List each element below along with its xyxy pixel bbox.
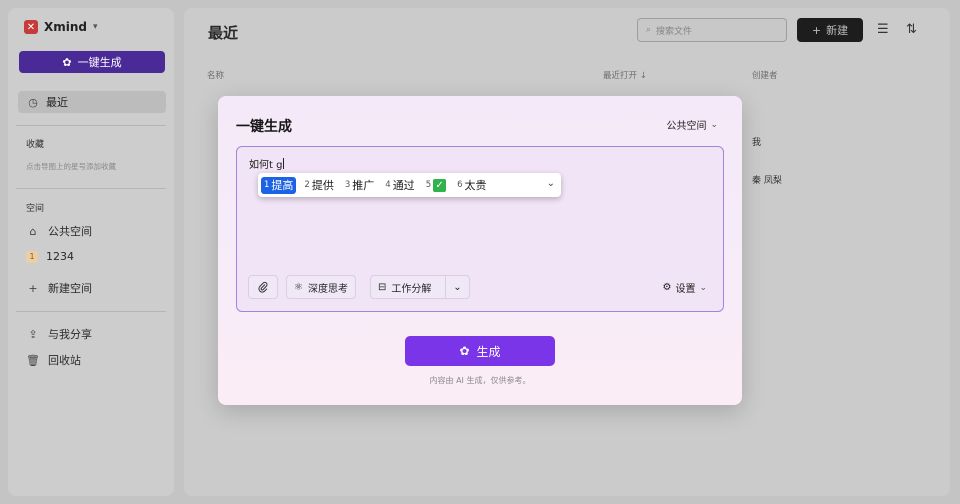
prompt-text[interactable]: 如何t g xyxy=(249,156,285,171)
sidebar-item-recent[interactable]: ◷ 最近 xyxy=(18,91,166,113)
settings-menu[interactable]: ⚙ 设置 ⌄ xyxy=(662,280,707,295)
generate-label: 一键生成 xyxy=(77,56,122,69)
sidebar-item-label: 新建空间 xyxy=(48,282,92,295)
candidate-number: 6 xyxy=(457,180,463,190)
candidate-text: 通过 xyxy=(392,179,415,192)
plus-icon: + xyxy=(811,23,822,37)
work-breakdown-button[interactable]: ⊟ 工作分解 ⌄ xyxy=(370,275,470,299)
sidebar: ✕ Xmind ▾ ✿ 一键生成 ◷ 最近 收藏 点击导图上的星号添加收藏 空间… xyxy=(8,8,174,496)
attach-button[interactable] xyxy=(248,275,278,299)
deep-think-label: 深度思考 xyxy=(307,283,348,295)
sparkle-icon: ✿ xyxy=(62,55,72,69)
search-icon: ⌕ xyxy=(646,25,652,35)
sidebar-item-label: 公共空间 xyxy=(48,225,92,238)
sidebar-item-label: 最近 xyxy=(46,96,68,109)
sidebar-item-label: 1234 xyxy=(46,250,74,263)
check-emoji-icon: ✓ xyxy=(433,178,447,192)
text-cursor xyxy=(283,158,285,169)
sparkle-icon: ✿ xyxy=(459,344,470,358)
chevron-down-icon[interactable]: ⌄ xyxy=(445,276,469,298)
sidebar-item-new-space[interactable]: + 新建空间 xyxy=(26,280,92,296)
candidate-number: 3 xyxy=(344,180,351,190)
candidate-text: 推广 xyxy=(352,179,375,192)
favorites-hint: 点击导图上的星号添加收藏 xyxy=(26,162,116,171)
candidate-number: 4 xyxy=(385,180,391,190)
ime-candidate[interactable]: 4 通过 xyxy=(382,177,417,194)
spaces-label: 空间 xyxy=(26,204,45,214)
favorites-label: 收藏 xyxy=(26,140,45,150)
sidebar-item-label: 回收站 xyxy=(48,354,81,367)
prompt-value: 如何t g xyxy=(249,160,283,171)
ime-candidate[interactable]: 5 ✓ xyxy=(423,177,449,194)
paperclip-icon xyxy=(257,281,269,293)
chevron-down-icon: ▾ xyxy=(93,22,98,32)
chevron-down-icon[interactable]: ⌄ xyxy=(547,178,555,189)
space-selector[interactable]: 公共空间 ⌄ xyxy=(666,117,718,133)
brand-menu[interactable]: ✕ Xmind ▾ xyxy=(24,20,98,34)
sidebar-item-space-1234[interactable]: 1 1234 xyxy=(26,250,74,263)
ime-candidate[interactable]: 6 太贵 xyxy=(454,177,489,194)
chevron-down-icon: ⌄ xyxy=(710,119,718,130)
list-view-icon[interactable]: ☰ xyxy=(877,22,889,37)
brand-name: Xmind xyxy=(44,20,88,34)
breakdown-icon: ⊟ xyxy=(378,281,387,293)
creator-cell: 秦 凤梨 xyxy=(752,176,782,186)
gear-icon: ⚙ xyxy=(662,282,672,293)
ime-candidate-bar: 1 提高 2 提供 3 推广 4 通过 5 ✓ 6 太贵 ⌄ xyxy=(258,173,561,197)
divider xyxy=(16,125,166,126)
divider xyxy=(16,311,166,312)
ime-candidate[interactable]: 1 提高 xyxy=(261,176,297,194)
page-title: 最近 xyxy=(208,24,239,42)
plus-icon: + xyxy=(28,281,38,295)
trash-icon: 🗑 xyxy=(26,353,40,367)
generate-button-label: 生成 xyxy=(476,344,501,359)
column-header-last-opened[interactable]: 最近打开 ↓ xyxy=(603,69,647,81)
sidebar-item-public-space[interactable]: ⌂ 公共空间 xyxy=(26,223,93,239)
xmind-logo-icon: ✕ xyxy=(24,20,38,34)
candidate-number: 5 xyxy=(425,180,432,190)
prompt-editor[interactable]: 如何t g 1 提高 2 提供 3 推广 4 通过 5 ✓ 6 太贵 ⌄ ⚛ 深… xyxy=(236,146,724,312)
search-placeholder: 搜索文件 xyxy=(656,26,693,37)
ai-disclaimer: 内容由 AI 生成，仅供参考。 xyxy=(429,376,531,385)
ime-candidate[interactable]: 2 提供 xyxy=(301,177,336,194)
new-button-label: 新建 xyxy=(826,24,849,37)
new-button[interactable]: + 新建 xyxy=(797,18,863,42)
candidate-text: 提供 xyxy=(311,179,334,192)
work-breakdown-label: 工作分解 xyxy=(391,283,432,295)
sort-icon[interactable]: ⇅ xyxy=(906,22,917,37)
sidebar-generate-button[interactable]: ✿ 一键生成 xyxy=(19,51,165,73)
space-badge: 1 xyxy=(26,250,38,263)
clock-icon: ◷ xyxy=(28,95,38,109)
divider xyxy=(16,188,166,189)
home-icon: ⌂ xyxy=(29,224,37,238)
share-icon: ⇪ xyxy=(28,327,38,341)
candidate-text: 提高 xyxy=(271,179,294,192)
atom-icon: ⚛ xyxy=(294,281,303,293)
column-header-creator[interactable]: 创建者 xyxy=(752,69,778,81)
candidate-number: 2 xyxy=(304,180,310,190)
sidebar-item-trash[interactable]: 🗑 回收站 xyxy=(26,352,81,368)
candidate-number: 1 xyxy=(264,180,270,190)
search-input[interactable]: ⌕ 搜索文件 xyxy=(637,18,787,42)
creator-cell: 我 xyxy=(752,138,762,148)
sidebar-item-label: 与我分享 xyxy=(48,328,92,341)
deep-think-button[interactable]: ⚛ 深度思考 xyxy=(286,275,356,299)
generate-button[interactable]: ✿ 生成 xyxy=(405,336,555,366)
settings-label: 设置 xyxy=(675,284,696,295)
ime-candidate[interactable]: 3 推广 xyxy=(342,177,377,194)
candidate-text: 太贵 xyxy=(464,179,487,192)
column-header-name[interactable]: 名称 xyxy=(207,69,224,81)
space-selector-label: 公共空间 xyxy=(666,121,707,132)
generate-dialog: 一键生成 公共空间 ⌄ 如何t g 1 提高 2 提供 3 推广 4 通过 5 … xyxy=(218,96,742,405)
dialog-title: 一键生成 xyxy=(236,119,292,135)
chevron-down-icon: ⌄ xyxy=(699,282,707,293)
sidebar-item-shared[interactable]: ⇪ 与我分享 xyxy=(26,326,92,342)
